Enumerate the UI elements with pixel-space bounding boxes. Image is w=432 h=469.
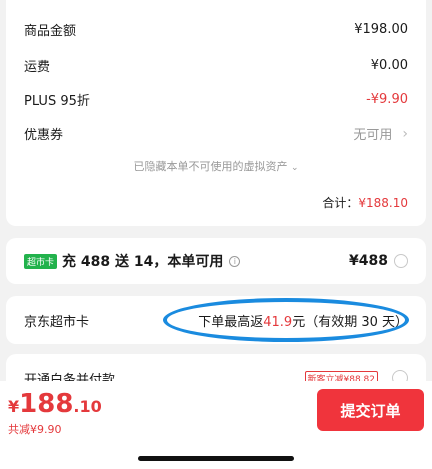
chevron-down-icon: ⌄ xyxy=(290,163,299,173)
hidden-assets-text: 已隐藏本单不可使用的虚拟资产 xyxy=(133,160,288,173)
supermarket-offer-price: ¥488 xyxy=(349,253,388,269)
shipping-row: 运费 ¥0.00 xyxy=(24,56,408,75)
supermarket-offer-card[interactable]: 超市卡 充 488 送 14，本单可用 i ¥488 xyxy=(6,238,426,284)
home-indicator xyxy=(138,456,294,461)
pay-amount: ¥188.10 xyxy=(8,389,102,419)
plus-discount-row: PLUS 95折 -¥9.90 xyxy=(24,90,408,109)
rebate-suffix: 元（有效期 30 天） xyxy=(292,314,408,330)
pay-amount-dec: .10 xyxy=(73,397,102,416)
supermarket-offer-row[interactable]: 超市卡 充 488 送 14，本单可用 i ¥488 xyxy=(24,238,408,284)
hidden-assets-toggle[interactable]: 已隐藏本单不可使用的虚拟资产 ⌄ xyxy=(6,158,426,174)
total-label: 合计： xyxy=(322,196,359,210)
rebate-amount: 41.9 xyxy=(263,314,293,330)
jd-supermarket-card[interactable]: 京东超市卡 下单最高返41.9元（有效期 30 天） xyxy=(6,296,426,344)
coupon-value: 无可用 xyxy=(353,128,393,143)
jd-card-label: 京东超市卡 xyxy=(24,314,90,330)
items-amount-label: 商品金额 xyxy=(24,24,77,39)
items-amount-value: ¥198.00 xyxy=(354,22,408,37)
pay-amount-int: 188 xyxy=(19,389,74,419)
submit-order-button[interactable]: 提交订单 xyxy=(317,389,424,431)
bottom-checkout-bar: ¥188.10 共减¥9.90 提交订单 xyxy=(0,381,432,469)
order-summary-card: 商品金额 ¥198.00 运费 ¥0.00 PLUS 95折 -¥9.90 优惠… xyxy=(6,0,426,226)
info-icon[interactable]: i xyxy=(229,255,241,267)
shipping-label: 运费 xyxy=(24,60,51,75)
supermarket-card-badge: 超市卡 xyxy=(24,253,58,269)
coupon-label: 优惠券 xyxy=(24,128,64,143)
supermarket-offer-text: 充 488 送 14，本单可用 xyxy=(62,254,224,270)
pay-currency: ¥ xyxy=(8,397,20,416)
rebate-prefix: 下单最高返 xyxy=(198,314,264,330)
chevron-right-icon: › xyxy=(402,125,408,142)
shipping-value: ¥0.00 xyxy=(370,58,408,73)
plus-discount-value: -¥9.90 xyxy=(366,92,408,107)
supermarket-offer-radio[interactable] xyxy=(394,254,408,268)
jd-card-rebate: 下单最高返41.9元（有效期 30 天） xyxy=(198,311,408,330)
items-amount-row: 商品金额 ¥198.00 xyxy=(24,20,408,39)
jd-supermarket-card-row[interactable]: 京东超市卡 下单最高返41.9元（有效期 30 天） xyxy=(24,296,408,344)
coupon-row[interactable]: 优惠券 无可用 › xyxy=(24,124,408,144)
total-saved: 共减¥9.90 xyxy=(8,423,62,436)
plus-discount-label: PLUS 95折 xyxy=(24,94,90,109)
total-line: 合计：¥188.10 xyxy=(322,194,408,211)
total-value: ¥188.10 xyxy=(358,196,408,210)
